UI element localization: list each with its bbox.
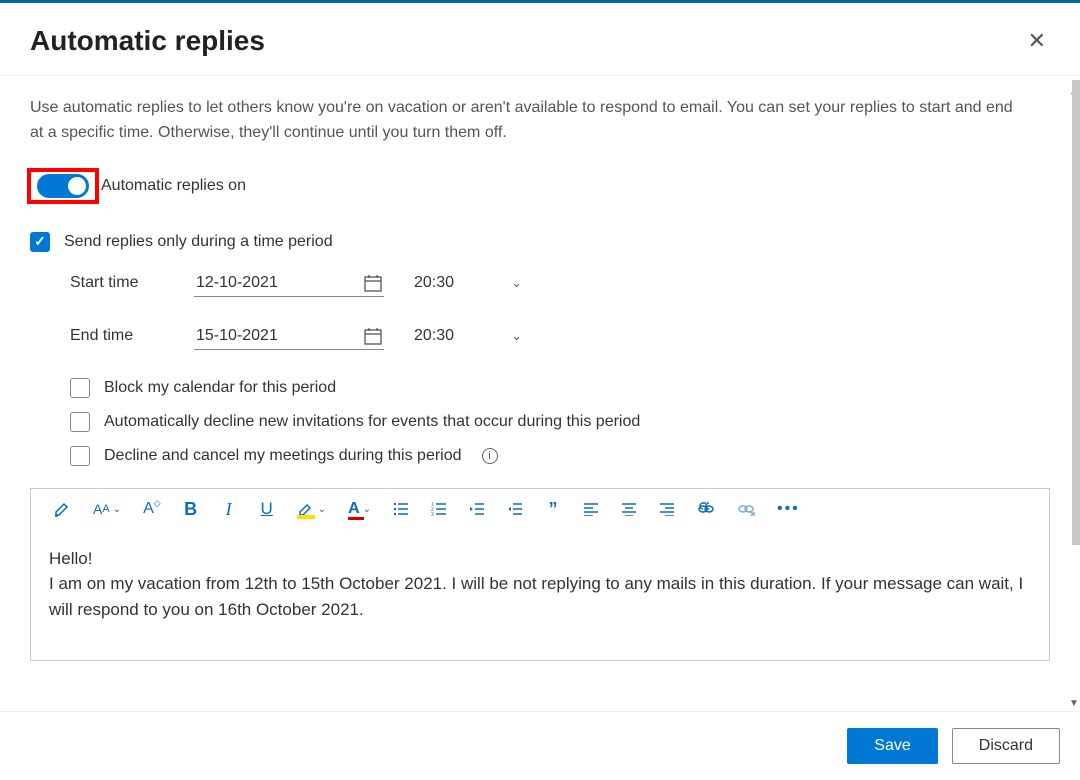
end-date-input[interactable]: 15-10-2021 xyxy=(194,323,384,350)
align-center-icon[interactable] xyxy=(621,502,637,516)
svg-text:3: 3 xyxy=(431,512,434,516)
block-calendar-label: Block my calendar for this period xyxy=(104,379,336,397)
time-period-checkbox[interactable] xyxy=(30,232,50,252)
auto-replies-toggle-label: Automatic replies on xyxy=(101,177,246,195)
toggle-knob xyxy=(68,177,86,195)
editor-line-1: Hello! xyxy=(49,546,1031,572)
save-button[interactable]: Save xyxy=(847,728,937,764)
format-painter-icon[interactable] xyxy=(53,500,71,518)
start-time-label: Start time xyxy=(70,274,170,292)
start-time-value: 20:30 xyxy=(414,274,454,292)
sub-options: Block my calendar for this period Automa… xyxy=(70,378,1050,466)
font-size-icon[interactable]: A◇ xyxy=(143,500,161,518)
time-period-checkbox-label: Send replies only during a time period xyxy=(64,233,333,251)
chevron-down-icon: ⌄ xyxy=(511,328,522,344)
scroll-down-arrow[interactable]: ▼ xyxy=(1069,698,1079,708)
auto-decline-row: Automatically decline new invitations fo… xyxy=(70,412,1050,432)
end-time-dropdown[interactable]: 20:30 ⌄ xyxy=(408,323,528,349)
calendar-icon xyxy=(364,327,382,345)
time-grid: Start time 12-10-2021 20:30 ⌄ End time 1… xyxy=(70,270,1050,350)
font-color-button[interactable]: A⌄ xyxy=(348,500,371,518)
scrollbar-thumb[interactable] xyxy=(1072,80,1080,545)
link-icon[interactable] xyxy=(697,502,715,516)
remove-link-icon[interactable] xyxy=(737,502,755,516)
increase-indent-icon[interactable] xyxy=(507,502,523,516)
start-time-row: Start time 12-10-2021 20:30 ⌄ xyxy=(70,270,1050,297)
bullet-list-icon[interactable] xyxy=(393,502,409,516)
auto-replies-toggle[interactable] xyxy=(37,174,89,198)
editor-content[interactable]: Hello! I am on my vacation from 12th to … xyxy=(31,530,1049,660)
info-icon[interactable]: i xyxy=(482,448,498,464)
editor-line-2: I am on my vacation from 12th to 15th Oc… xyxy=(49,571,1031,622)
underline-button[interactable]: U xyxy=(259,499,275,519)
editor-toolbar: AA⌄ A◇ B I U ⌄ A⌄ 123 xyxy=(31,489,1049,530)
decline-cancel-label: Decline and cancel my meetings during th… xyxy=(104,447,462,465)
block-calendar-checkbox[interactable] xyxy=(70,378,90,398)
auto-decline-checkbox[interactable] xyxy=(70,412,90,432)
reply-editor: AA⌄ A◇ B I U ⌄ A⌄ 123 xyxy=(30,488,1050,661)
numbered-list-icon[interactable]: 123 xyxy=(431,502,447,516)
quote-icon[interactable]: ” xyxy=(545,499,561,520)
start-time-dropdown[interactable]: 20:30 ⌄ xyxy=(408,270,528,296)
time-period-checkbox-row: Send replies only during a time period xyxy=(30,232,1050,252)
auto-replies-toggle-row: Automatic replies on xyxy=(27,168,1050,204)
end-date-value: 15-10-2021 xyxy=(196,327,278,345)
start-date-input[interactable]: 12-10-2021 xyxy=(194,270,384,297)
panel-title: Automatic replies xyxy=(30,25,265,57)
discard-button[interactable]: Discard xyxy=(952,728,1060,764)
auto-decline-label: Automatically decline new invitations fo… xyxy=(104,413,640,431)
description-text: Use automatic replies to let others know… xyxy=(30,96,1030,146)
italic-button[interactable]: I xyxy=(221,499,237,520)
decline-cancel-row: Decline and cancel my meetings during th… xyxy=(70,446,1050,466)
end-time-label: End time xyxy=(70,327,170,345)
start-date-value: 12-10-2021 xyxy=(196,274,278,292)
end-time-value: 20:30 xyxy=(414,327,454,345)
end-time-row: End time 15-10-2021 20:30 ⌄ xyxy=(70,323,1050,350)
toggle-highlight-box xyxy=(27,168,99,204)
align-right-icon[interactable] xyxy=(659,502,675,516)
more-options-icon[interactable]: ••• xyxy=(777,500,800,518)
highlight-button[interactable]: ⌄ xyxy=(297,501,326,517)
align-left-icon[interactable] xyxy=(583,502,599,516)
decrease-indent-icon[interactable] xyxy=(469,502,485,516)
decline-cancel-checkbox[interactable] xyxy=(70,446,90,466)
panel-footer: Save Discard xyxy=(0,711,1080,780)
font-family-icon[interactable]: AA⌄ xyxy=(93,501,121,517)
panel-body: Use automatic replies to let others know… xyxy=(0,76,1080,699)
calendar-icon xyxy=(364,274,382,292)
block-calendar-row: Block my calendar for this period xyxy=(70,378,1050,398)
bold-button[interactable]: B xyxy=(183,499,199,520)
chevron-down-icon: ⌄ xyxy=(511,275,522,291)
close-icon[interactable]: ✕ xyxy=(1024,26,1050,56)
panel-header: Automatic replies ✕ xyxy=(0,3,1080,76)
